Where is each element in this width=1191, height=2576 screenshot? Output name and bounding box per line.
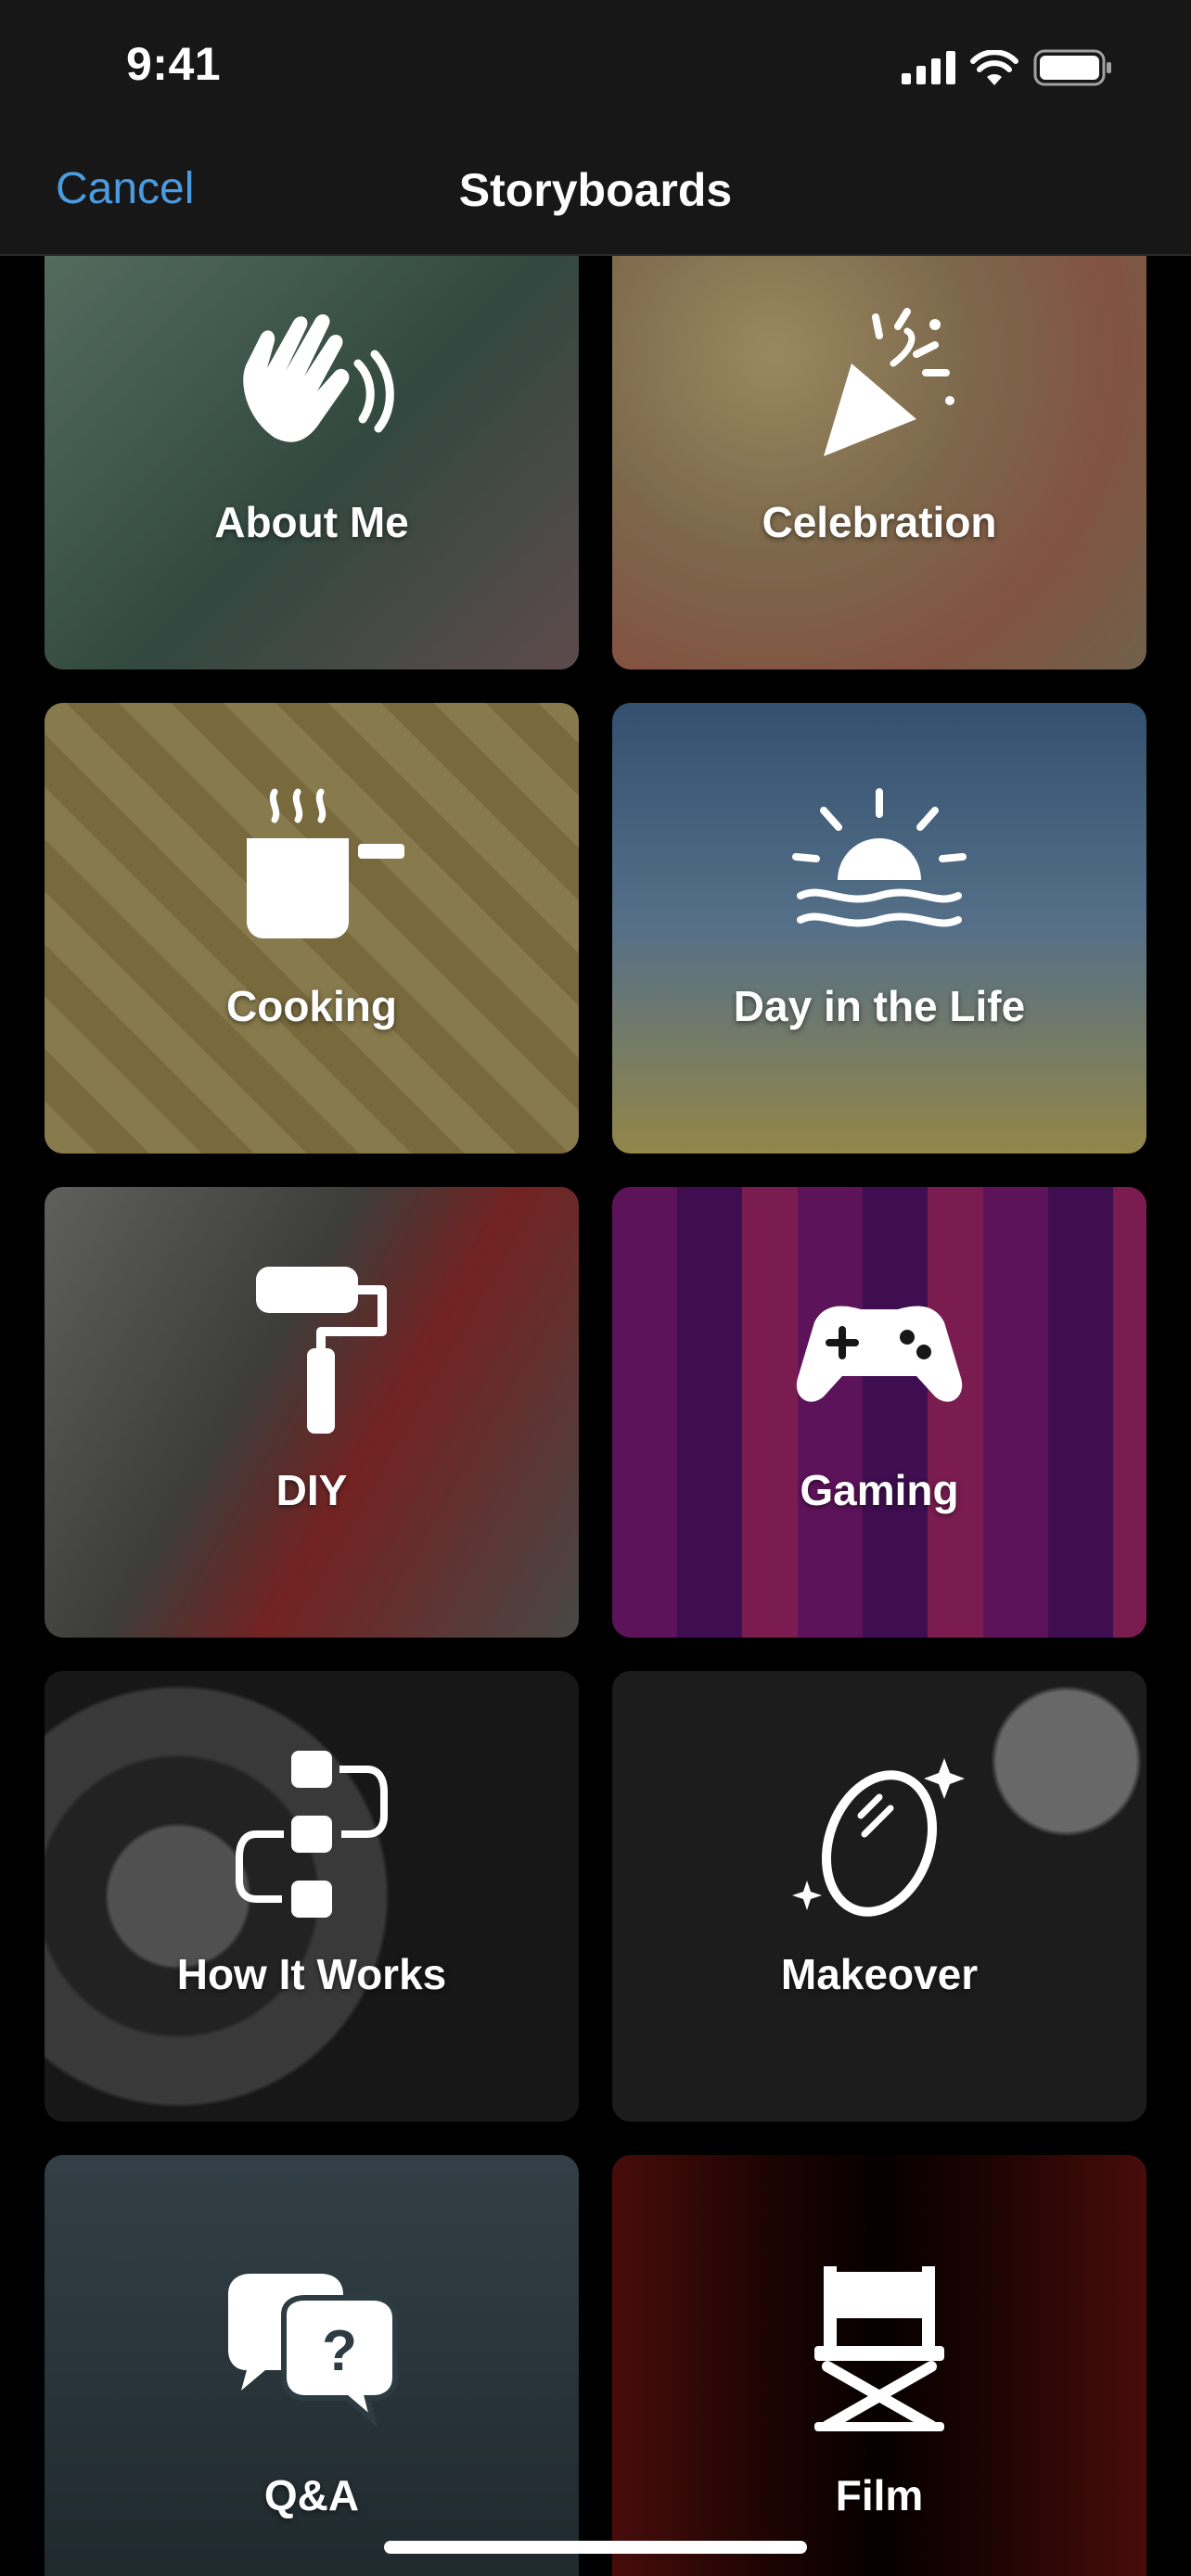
question-bubbles-icon: ? [228, 2274, 398, 2429]
navigation-bar: Cancel Storyboards [0, 130, 1191, 256]
battery-icon [1033, 49, 1111, 86]
status-time: 9:41 [126, 38, 222, 90]
storyboard-tile-diy[interactable]: DIY [45, 1187, 579, 1638]
party-popper-icon [824, 308, 954, 456]
storyboard-tile-qa[interactable]: ? Q&A [45, 2155, 579, 2576]
wifi-icon [970, 50, 1018, 85]
director-chair-icon [814, 2266, 944, 2431]
storyboard-grid[interactable]: About Me Celebration Cooking Day in the … [45, 256, 1146, 2576]
storyboard-tile-about-me[interactable]: About Me [45, 256, 579, 670]
storyboard-tile-day-in-the-life[interactable]: Day in the Life [612, 703, 1146, 1154]
sunrise-icon [792, 788, 967, 927]
storyboard-tile-cooking[interactable]: Cooking [45, 703, 579, 1154]
storyboard-tile-celebration[interactable]: Celebration [612, 256, 1146, 670]
workflow-icon [236, 1751, 388, 1918]
storyboard-tile-makeover[interactable]: Makeover [612, 1671, 1146, 2122]
tile-label: Film [835, 2471, 924, 2519]
tile-label: Makeover [780, 1950, 979, 1998]
page-title: Storyboards [458, 164, 733, 216]
tile-label: Celebration [762, 498, 997, 546]
tile-label: Q&A [263, 2471, 360, 2519]
home-indicator[interactable] [384, 2541, 807, 2554]
game-controller-icon [796, 1306, 963, 1402]
storyboard-tile-how-it-works[interactable]: How It Works [45, 1671, 579, 2122]
storyboard-tile-film[interactable]: Film [612, 2155, 1146, 2576]
tile-label: Cooking [226, 982, 397, 1030]
svg-text:?: ? [322, 2319, 357, 2383]
status-bar: 9:41 [0, 0, 1191, 130]
paint-roller-icon [256, 1267, 387, 1434]
tile-label: DIY [275, 1466, 348, 1514]
cellular-signal-icon [902, 51, 955, 84]
status-icons [902, 45, 1113, 91]
tile-label: Day in the Life [733, 982, 1026, 1030]
tile-label: How It Works [176, 1950, 447, 1998]
storyboard-tile-gaming[interactable]: Gaming [612, 1187, 1146, 1638]
tile-label: About Me [214, 498, 409, 546]
mirror-sparkles-icon [792, 1758, 965, 1917]
waving-hand-icon [243, 313, 394, 442]
tile-label: Gaming [800, 1466, 959, 1514]
cooking-pot-icon [247, 788, 404, 938]
